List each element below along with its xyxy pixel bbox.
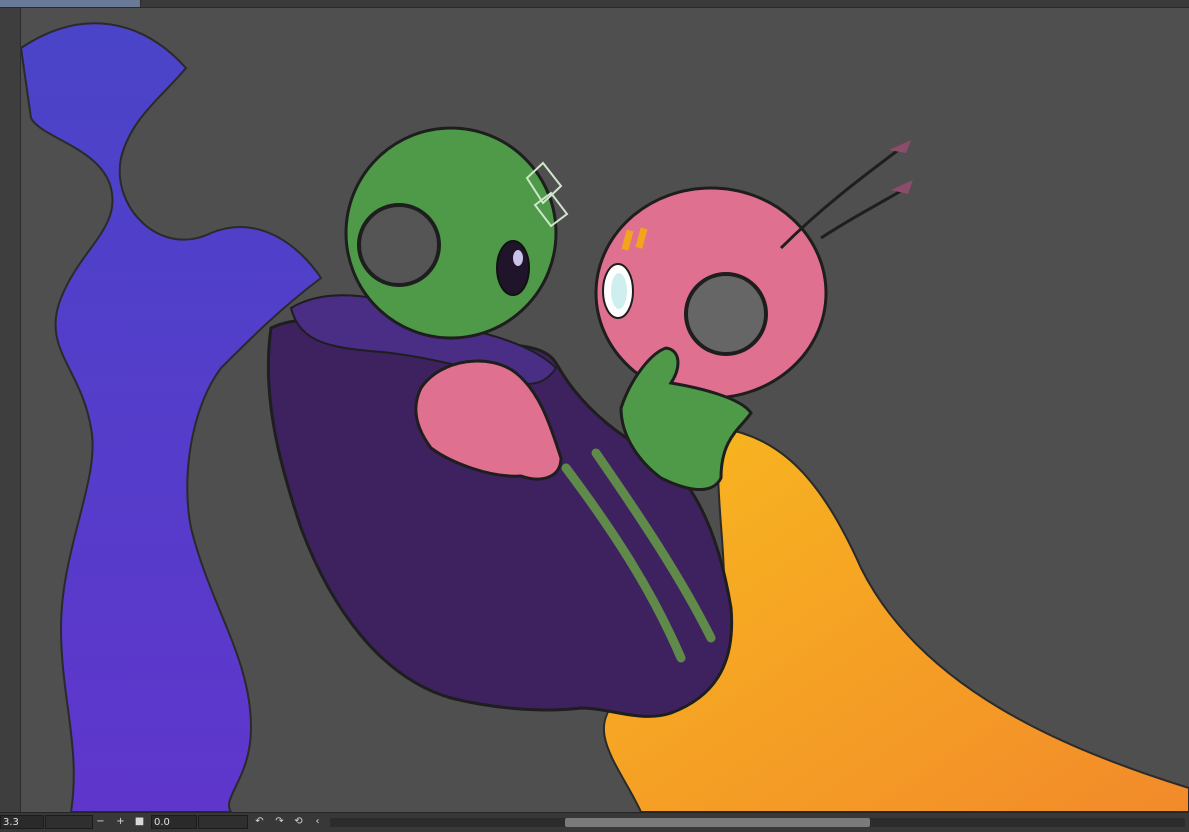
antenna-tip <box>889 140 911 153</box>
rotation-slider[interactable] <box>198 815 248 829</box>
green-alien-eye <box>496 240 530 296</box>
artwork <box>21 22 1189 812</box>
rotation-field[interactable]: 0.0 <box>151 815 197 829</box>
left-panel-edge <box>0 8 21 812</box>
rotate-right-icon[interactable]: ↷ <box>273 815 286 829</box>
rotate-left-icon[interactable]: ↶ <box>253 815 266 829</box>
green-alien-ear <box>357 203 441 287</box>
antenna-tip <box>891 180 913 194</box>
green-alien-eye-glint <box>513 250 523 266</box>
plus-icon[interactable]: + <box>114 815 127 829</box>
zoom-slider[interactable] <box>45 815 93 829</box>
pink-alien-ear <box>684 272 768 356</box>
pink-alien-eye-inner <box>611 273 627 309</box>
zoom-field[interactable]: 3.3 <box>0 815 44 829</box>
horizontal-scrollbar[interactable] <box>330 818 1185 827</box>
document-tab-bar <box>0 0 1189 8</box>
status-bar: 3.3 − + ■ 0.0 ↶ ↷ ⟲ ‹ <box>0 812 1189 832</box>
antenna <box>820 186 907 240</box>
document-tab[interactable] <box>0 0 141 7</box>
reset-rotation-icon[interactable]: ⟲ <box>292 815 305 829</box>
chevron-left-icon[interactable]: ‹ <box>311 815 324 829</box>
square-icon[interactable]: ■ <box>133 815 146 829</box>
drawing-canvas[interactable] <box>21 8 1189 812</box>
minus-icon[interactable]: − <box>94 815 107 829</box>
horizontal-scrollbar-thumb[interactable] <box>565 818 870 827</box>
